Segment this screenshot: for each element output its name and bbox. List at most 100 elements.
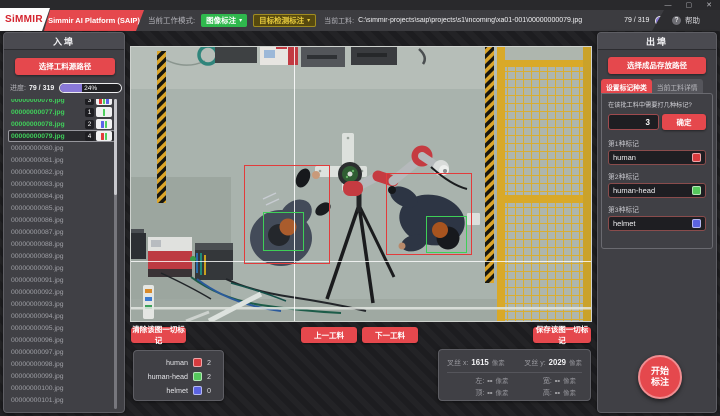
file-item[interactable]: 00000000091.jpg <box>8 274 115 286</box>
box-top-value: -- <box>487 388 492 397</box>
select-source-path-button[interactable]: 选择工料源路径 <box>15 58 115 75</box>
start-annotation-button[interactable]: 开始 标注 <box>638 355 682 399</box>
legend-color-swatch <box>193 372 202 381</box>
outport-tabs: 设置标记种类 当前工料详情 <box>601 79 703 94</box>
file-mini-chart <box>96 107 112 117</box>
file-item[interactable]: 00000000100.jpg <box>8 382 115 394</box>
file-item[interactable]: 00000000095.jpg <box>8 322 115 334</box>
file-item[interactable]: 00000000093.jpg <box>8 298 115 310</box>
window-maximize-button[interactable]: ▢ <box>686 2 693 9</box>
file-item[interactable]: 00000000090.jpg <box>8 262 115 274</box>
crosshair-y-label: 叉丝 y: <box>524 358 545 368</box>
window-minimize-button[interactable]: — <box>665 2 672 9</box>
file-item[interactable]: 00000000080.jpg <box>8 142 115 154</box>
file-name: 00000000082.jpg <box>11 169 112 176</box>
file-name: 00000000101.jpg <box>11 397 112 404</box>
mark-class-input[interactable]: helmet <box>608 216 706 231</box>
file-item[interactable]: 00000000096.jpg <box>8 334 115 346</box>
legend-color-swatch <box>193 386 202 395</box>
file-mini-chart <box>96 131 112 141</box>
file-item[interactable]: 00000000083.jpg <box>8 178 115 190</box>
mark-class-input[interactable]: human <box>608 150 706 165</box>
window-close-button[interactable]: ✕ <box>706 2 712 9</box>
current-item-path: C:\simmir-projects\saip\projects\s1\inco… <box>358 17 620 24</box>
file-name: 00000000087.jpg <box>11 229 112 236</box>
file-item[interactable]: 00000000087.jpg <box>8 226 115 238</box>
class-count-input[interactable]: 3 <box>608 114 659 130</box>
outport-title: 出埠 <box>598 33 716 50</box>
file-item[interactable]: 00000000078.jpg 2 <box>8 118 115 130</box>
box-height-label: 高: <box>543 388 552 398</box>
file-item[interactable]: 00000000077.jpg 1 <box>8 106 115 118</box>
tab-current-item-details[interactable]: 当前工料详情 <box>652 79 703 94</box>
mark-class-list: 第1种标记 human 第2种标记 human-head 第3种标记 helme… <box>608 138 706 231</box>
mark-class-input[interactable]: human-head <box>608 183 706 198</box>
window-titlebar: — ▢ ✕ <box>0 0 720 10</box>
help-button[interactable]: ? 帮助 <box>652 10 720 31</box>
progress-counter: 79 / 319 <box>29 85 54 92</box>
file-item[interactable]: 00000000085.jpg <box>8 202 115 214</box>
file-name: 00000000077.jpg <box>11 109 83 116</box>
file-item[interactable]: 00000000084.jpg <box>8 190 115 202</box>
file-name: 00000000092.jpg <box>11 289 112 296</box>
help-label: 帮助 <box>685 15 700 26</box>
clear-all-marks-button[interactable]: 清除该图一切标记 <box>131 327 186 343</box>
file-list-scrollbar[interactable] <box>114 99 117 409</box>
legend-class-label: helmet <box>140 386 188 395</box>
crosshair-x-label: 叉丝 x: <box>447 358 468 368</box>
inport-progress-row: 进度: 79 / 319 24% <box>10 82 122 94</box>
file-name: 00000000093.jpg <box>11 301 112 308</box>
file-list[interactable]: 00000000076.jpg 3 00000000077.jpg 1 0000… <box>8 99 115 409</box>
mode-dropdown-object-detection[interactable]: 目标检测标注 ▾ <box>253 14 316 27</box>
file-item[interactable]: 00000000094.jpg <box>8 310 115 322</box>
file-rows: 00000000076.jpg 3 00000000077.jpg 1 0000… <box>8 99 115 406</box>
crosshair-x-value: 1615 <box>471 358 488 367</box>
file-item[interactable]: 00000000082.jpg <box>8 166 115 178</box>
tab-set-mark-classes[interactable]: 设置标记种类 <box>601 79 652 94</box>
previous-item-button[interactable]: 上一工料 <box>301 327 357 343</box>
app-header: SiMMIR Simmir AI Platform (SAIP) 当前工作模式:… <box>0 10 720 31</box>
mark-color-swatch[interactable] <box>692 186 701 195</box>
mark-class-group: 第2种标记 human-head <box>608 171 706 198</box>
next-item-button[interactable]: 下一工料 <box>362 327 418 343</box>
annotation-box-human-head[interactable] <box>426 216 467 253</box>
mark-class-value: helmet <box>613 219 636 228</box>
file-item[interactable]: 00000000088.jpg <box>8 238 115 250</box>
legend-row: human 2 <box>140 355 217 369</box>
app-logo: SiMMIR <box>0 8 50 31</box>
image-viewer[interactable] <box>130 46 592 322</box>
chevron-down-icon: ▾ <box>307 17 310 24</box>
mark-class-label: 第1种标记 <box>608 138 706 148</box>
file-item[interactable]: 00000000097.jpg <box>8 346 115 358</box>
mark-class-group: 第1种标记 human <box>608 138 706 165</box>
file-item[interactable]: 00000000101.jpg <box>8 394 115 406</box>
chevron-down-icon: ▾ <box>239 17 242 24</box>
file-item[interactable]: 00000000086.jpg <box>8 214 115 226</box>
mode-dropdown-image-annotation[interactable]: 图像标注 ▾ <box>201 14 247 27</box>
file-item[interactable]: 00000000089.jpg <box>8 250 115 262</box>
file-item[interactable]: 00000000079.jpg 4 <box>8 130 115 142</box>
mode-dropdown-label: 目标检测标注 <box>259 15 304 26</box>
file-mini-chart <box>96 119 112 129</box>
legend-class-label: human <box>140 358 188 367</box>
legend-count: 0 <box>207 386 217 395</box>
file-item[interactable]: 00000000081.jpg <box>8 154 115 166</box>
select-output-path-button[interactable]: 选择成品存放路径 <box>608 57 706 74</box>
file-item[interactable]: 00000000098.jpg <box>8 358 115 370</box>
annotation-box-human-head[interactable] <box>263 212 304 251</box>
mark-color-swatch[interactable] <box>692 153 701 162</box>
progress-bar: 24% <box>59 83 122 93</box>
file-item[interactable]: 00000000099.jpg <box>8 370 115 382</box>
file-annotation-count: 3 <box>85 99 94 105</box>
mark-color-swatch[interactable] <box>692 219 701 228</box>
mode-dropdown-label: 图像标注 <box>206 15 236 26</box>
file-name: 00000000094.jpg <box>11 313 112 320</box>
confirm-button[interactable]: 确定 <box>662 114 706 130</box>
file-item[interactable]: 00000000092.jpg <box>8 286 115 298</box>
pixel-unit: 像素 <box>569 357 582 367</box>
save-all-marks-button[interactable]: 保存该图一切标记 <box>533 327 591 343</box>
pixel-unit: 像素 <box>563 375 576 385</box>
file-name: 00000000089.jpg <box>11 253 112 260</box>
scrollbar-thumb[interactable] <box>114 99 117 195</box>
file-item[interactable]: 00000000076.jpg 3 <box>8 99 115 106</box>
